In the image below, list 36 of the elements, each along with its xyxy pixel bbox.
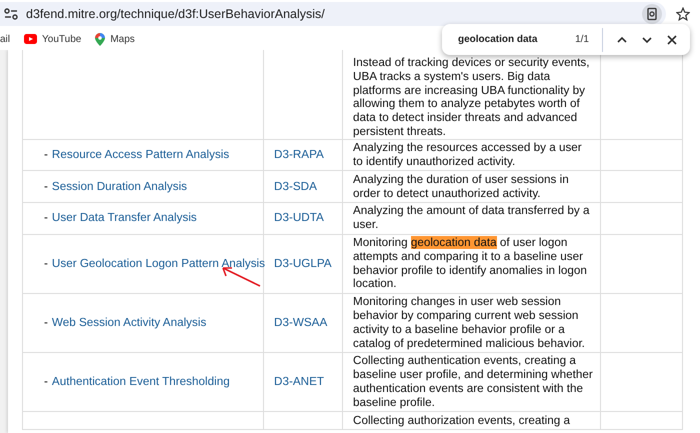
description-text: Analyzing the resources accessed by a user to identify unauthorized activity. xyxy=(353,141,583,169)
technique-link[interactable]: Web Session Activity Analysis xyxy=(52,316,206,329)
list-dash: - xyxy=(44,180,48,193)
list-dash: - xyxy=(44,211,48,224)
url-text: d3fend.mitre.org/technique/d3f:UserBehaviorAnalysis/ xyxy=(26,7,325,21)
find-query-field[interactable]: geolocation data xyxy=(458,34,562,45)
technique-id-link[interactable]: D3-UGLPA xyxy=(274,256,332,270)
technique-link[interactable]: Session Duration Analysis xyxy=(52,180,188,193)
site-settings-icon[interactable] xyxy=(4,8,18,20)
technique-id-link[interactable]: D3-WSAA xyxy=(274,316,328,329)
star-icon[interactable] xyxy=(676,7,690,21)
play-icon xyxy=(24,34,38,44)
list-dash: - xyxy=(44,316,48,329)
technique-id-link[interactable]: D3-ANET xyxy=(274,375,324,388)
description-text: Analyzing the duration of user sessions in order to detect unauthorized activity. xyxy=(353,172,570,200)
bookmark[interactable]: YouTube xyxy=(24,34,82,44)
description-text: Analyzing the amount of data transferred by a user. xyxy=(353,204,590,232)
list-dash: - xyxy=(44,375,48,388)
technique-link[interactable]: User Geolocation Logon Pattern Analysis xyxy=(52,256,266,270)
list-dash: - xyxy=(44,148,48,162)
address-bar[interactable]: d3fend.mitre.org/technique/d3f:UserBehaviorAnalysis/ xyxy=(0,2,666,26)
description-text: Monitoring geolocation data of user logon attempts and comparing it to a baseline user behavior profile to identify anomalies in logon location. xyxy=(353,236,588,292)
close-icon[interactable] xyxy=(666,34,678,46)
description-text: Collecting authentication events, creating a baseline user profile, and determining whether authentication events are consistent with the baseline profile. xyxy=(353,354,593,410)
bookmark[interactable]: Maps xyxy=(95,32,135,46)
map-pin-icon xyxy=(95,32,106,46)
technique-link[interactable]: Resource Access Pattern Analysis xyxy=(52,148,230,162)
match-count: 1/1 xyxy=(575,34,589,45)
page-search-icon[interactable] xyxy=(642,4,662,24)
description-text: Monitoring changes in user web session behavior by comparing current web session activity to a baseline behavior profile or a catalog of predetermined malicious behavior. xyxy=(353,295,586,350)
description-text: Collecting authorization events, creating a xyxy=(353,414,571,428)
list-dash: - xyxy=(44,256,48,270)
technique-link[interactable]: Authentication Event Thresholding xyxy=(52,375,230,388)
description-text: Instead of tracking devices or security events, UBA tracks a system's users. Big data platforms are increasing UBA functionality by allowing them to analyze petabytes worth of data to detect insider threats and advanced persistent threats. xyxy=(353,56,590,139)
bookmark[interactable]: ail xyxy=(0,34,10,44)
technique-link[interactable]: User Data Transfer Analysis xyxy=(52,211,197,224)
